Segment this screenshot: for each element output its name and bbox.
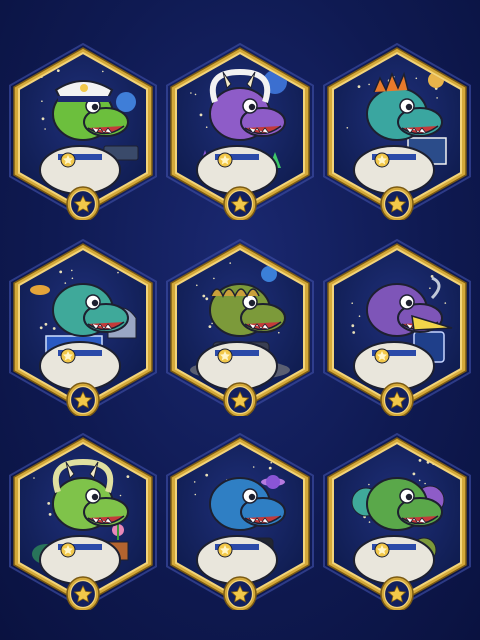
raptor-photographer-icon xyxy=(166,432,314,610)
badge-triceratops-botanist[interactable] xyxy=(8,432,158,610)
star-medal-icon xyxy=(66,186,100,220)
star-medal-icon xyxy=(380,576,414,610)
badge-brachiosaurus-engineer[interactable] xyxy=(8,238,158,416)
badge-pteranodon-communications[interactable] xyxy=(322,238,472,416)
badge-ankylosaurus-driver[interactable] xyxy=(165,238,315,416)
star-medal-icon xyxy=(380,382,414,416)
star-medal-icon xyxy=(66,382,100,416)
badge-triceratops-geologist[interactable] xyxy=(165,42,315,220)
triceratops-botanist-icon xyxy=(9,432,157,610)
stegosaurus-navigator-icon xyxy=(323,42,471,220)
triceratops-geologist-icon xyxy=(166,42,314,220)
star-medal-icon xyxy=(223,382,257,416)
t-rex-captain-icon xyxy=(9,42,157,220)
crew-group-icon xyxy=(323,432,471,610)
badge-stegosaurus-navigator[interactable] xyxy=(322,42,472,220)
badge-trex-captain[interactable] xyxy=(8,42,158,220)
badge-crew-group[interactable] xyxy=(322,432,472,610)
badge-grid xyxy=(0,0,480,640)
badge-raptor-photographer[interactable] xyxy=(165,432,315,610)
star-medal-icon xyxy=(223,186,257,220)
ankylosaurus-driver-icon xyxy=(166,238,314,416)
brachiosaurus-engineer-icon xyxy=(9,238,157,416)
star-medal-icon xyxy=(66,576,100,610)
pteranodon-communications-icon xyxy=(323,238,471,416)
star-medal-icon xyxy=(380,186,414,220)
star-medal-icon xyxy=(223,576,257,610)
